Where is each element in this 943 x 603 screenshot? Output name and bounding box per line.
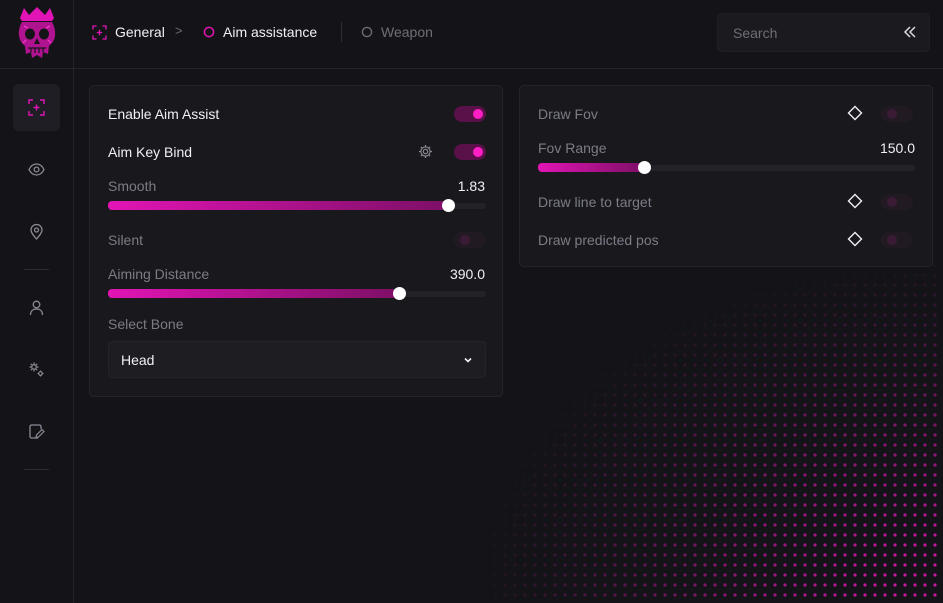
aim-key-bind-label: Aim Key Bind — [108, 144, 193, 160]
sidebar-item-config[interactable] — [13, 408, 60, 455]
circle-icon — [203, 26, 215, 38]
fov-range-label: Fov Range — [538, 140, 607, 156]
gear-icon[interactable] — [418, 144, 433, 159]
smooth-slider[interactable] — [108, 199, 486, 212]
fov-range-slider[interactable] — [538, 161, 915, 174]
collapse-double-chevron-icon[interactable] — [903, 25, 917, 39]
search-input[interactable] — [718, 14, 888, 51]
sidebar-divider — [24, 269, 49, 270]
smooth-slider-handle[interactable] — [442, 199, 456, 212]
color-picker-diamond-icon[interactable] — [847, 193, 863, 209]
sidebar-item-aim[interactable] — [13, 84, 60, 131]
sidebar-item-players[interactable] — [13, 284, 60, 331]
sidebar-divider-bottom — [24, 469, 49, 470]
enable-aim-assist-toggle[interactable] — [454, 106, 486, 122]
sidebar-header-divider — [0, 68, 74, 69]
breadcrumb-aim-label: Aim assistance — [223, 24, 318, 40]
smooth-label: Smooth — [108, 178, 157, 194]
eye-icon — [28, 163, 45, 176]
sidebar-item-visuals[interactable] — [13, 146, 60, 193]
draw-fov-toggle[interactable] — [881, 106, 913, 122]
bone-select[interactable]: Head — [108, 341, 486, 378]
fov-range-value: 150.0 — [879, 140, 915, 156]
draw-predicted-toggle[interactable] — [881, 232, 913, 248]
smooth-value: 1.83 — [457, 178, 485, 194]
color-picker-diamond-icon[interactable] — [847, 231, 863, 247]
breadcrumb-aim-assistance[interactable]: Aim assistance — [203, 23, 317, 41]
user-icon — [29, 300, 44, 316]
settings-icon — [29, 362, 44, 377]
sidebar — [0, 0, 74, 603]
enable-aim-assist-label: Enable Aim Assist — [108, 106, 220, 122]
aim-assist-panel: Enable Aim Assist Aim Key Bind Smooth 1.… — [89, 85, 503, 397]
crosshair-icon — [92, 24, 107, 40]
draw-line-toggle[interactable] — [881, 194, 913, 210]
tab-weapon-label: Weapon — [381, 24, 433, 40]
breadcrumb-separator: > — [175, 23, 183, 38]
aiming-distance-slider[interactable] — [108, 287, 486, 300]
aiming-distance-slider-handle[interactable] — [393, 287, 407, 300]
crosshair-icon — [28, 99, 45, 116]
circle-icon — [361, 26, 373, 38]
draw-predicted-label: Draw predicted pos — [538, 232, 659, 248]
aiming-distance-value: 390.0 — [449, 266, 485, 282]
top-bar: General > Aim assistance Weapon — [74, 0, 943, 69]
edit-icon — [29, 424, 45, 439]
sidebar-item-misc[interactable] — [13, 346, 60, 393]
breadcrumb-general-label: General — [115, 24, 165, 40]
aim-key-bind-toggle[interactable] — [454, 144, 486, 160]
breadcrumb-divider — [341, 22, 342, 42]
draw-fov-label: Draw Fov — [538, 106, 598, 122]
select-bone-label: Select Bone — [108, 316, 184, 332]
silent-toggle[interactable] — [454, 232, 486, 248]
color-picker-diamond-icon[interactable] — [847, 105, 863, 121]
search-box — [717, 13, 930, 52]
sidebar-item-location[interactable] — [13, 208, 60, 255]
aiming-distance-label: Aiming Distance — [108, 266, 210, 282]
fov-range-slider-handle[interactable] — [637, 161, 651, 174]
bone-select-value: Head — [121, 352, 155, 368]
draw-line-label: Draw line to target — [538, 194, 652, 210]
skull-logo-icon — [14, 6, 60, 62]
chevron-down-icon — [464, 357, 472, 363]
map-pin-icon — [30, 223, 43, 240]
tab-weapon[interactable]: Weapon — [361, 23, 433, 41]
breadcrumb-general[interactable]: General — [92, 23, 165, 41]
silent-label: Silent — [108, 232, 144, 248]
fov-panel: Draw Fov Fov Range 150.0 Draw line to ta… — [519, 85, 933, 267]
